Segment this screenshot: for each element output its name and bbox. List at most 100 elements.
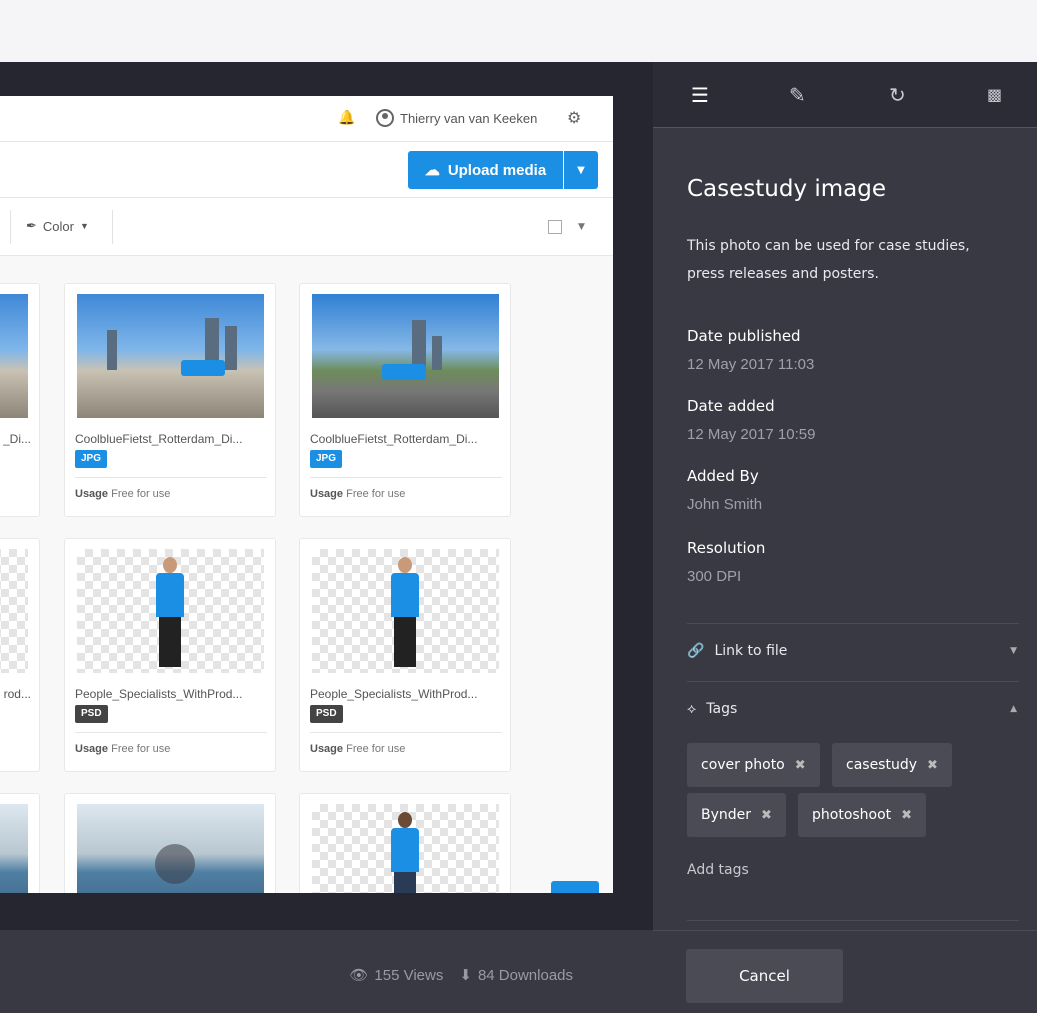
usage-info: Usage Free for use — [310, 488, 405, 500]
tag-chip: cover photo ✖ — [687, 743, 820, 787]
filter-toolbar: ✒ Color ▼ ▼ — [0, 198, 613, 256]
asset-card[interactable]: CoolblueFietst_Rotterdam_Di... JPG Usage… — [64, 283, 276, 517]
person-figure — [388, 812, 422, 893]
asset-thumbnail — [77, 804, 264, 893]
tag-label: photoshoot — [812, 807, 892, 823]
chevron-down-icon: ▼ — [1010, 646, 1017, 656]
add-tags-input[interactable]: Add tags — [687, 862, 749, 878]
asset-card-partial[interactable] — [0, 793, 40, 893]
asset-card[interactable] — [299, 793, 511, 893]
upload-media-button[interactable]: ☁ Upload media — [408, 151, 563, 189]
tag-chip: casestudy ✖ — [832, 743, 952, 787]
file-type-badge: PSD — [310, 705, 343, 723]
asset-card[interactable]: CoolblueFietst_Rotterdam_Di... JPG Usage… — [299, 283, 511, 517]
building-shape — [225, 326, 237, 370]
chevron-up-icon: ▲ — [1010, 704, 1017, 714]
asset-card[interactable] — [64, 793, 276, 893]
downloads-stat: ⬇ 84 Downloads — [459, 966, 573, 985]
tag-chip: photoshoot ✖ — [798, 793, 927, 837]
asset-thumbnail — [312, 804, 499, 893]
chevron-down-icon[interactable]: ▼ — [578, 222, 585, 232]
asset-thumbnail — [77, 549, 264, 673]
views-stat: 👁 155 Views — [349, 966, 444, 985]
meta-value: John Smith — [687, 496, 763, 513]
analytics-icon[interactable]: ▩ — [987, 84, 1002, 106]
user-menu[interactable]: Thierry van van Keeken — [376, 108, 537, 128]
tag-label: casestudy — [846, 757, 918, 773]
meta-label: Date published — [687, 327, 801, 345]
asset-card-partial[interactable]: rod... — [0, 538, 40, 772]
asset-details-panel: ☰ ✎ ↻ ▩ Casestudy image This photo can b… — [653, 62, 1037, 1013]
remove-tag-icon[interactable]: ✖ — [761, 808, 772, 823]
card-divider — [310, 477, 502, 478]
details-tab-icon[interactable]: ☰ — [691, 84, 709, 106]
tags-section[interactable]: ⟡ Tags ▲ — [687, 681, 1019, 739]
asset-card[interactable]: People_Specialists_WithProd... PSD Usage… — [64, 538, 276, 772]
select-all-checkbox[interactable] — [548, 220, 562, 234]
gear-icon[interactable]: ⚙ — [567, 108, 581, 127]
color-filter[interactable]: ✒ Color ▼ — [26, 218, 89, 234]
card-divider — [75, 732, 267, 733]
top-bar — [0, 0, 1037, 62]
asset-title: Casestudy image — [687, 176, 887, 202]
upload-dropdown-button[interactable]: ▼ — [564, 151, 598, 189]
card-divider — [310, 732, 502, 733]
asset-card-partial[interactable]: _Di... — [0, 283, 40, 517]
asset-name: People_Specialists_WithProd... — [75, 687, 243, 701]
toolbar-divider — [10, 210, 11, 244]
tag-icon: ⟡ — [687, 701, 697, 717]
asset-thumbnail — [77, 294, 264, 418]
asset-grid: _Di... rod... CoolblueFietst_Rotterdam_D… — [0, 256, 613, 893]
bell-icon[interactable]: 🔔 — [338, 110, 355, 126]
card-divider — [75, 477, 267, 478]
meta-value: 12 May 2017 11:03 — [687, 356, 815, 373]
download-icon: ⬇ — [459, 967, 472, 984]
toolbar-divider — [112, 210, 113, 244]
play-icon[interactable] — [155, 844, 195, 884]
asset-name: People_Specialists_WithProd... — [310, 687, 478, 701]
asset-name: CoolblueFietst_Rotterdam_Di... — [310, 432, 478, 446]
meta-value: 300 DPI — [687, 568, 742, 585]
remove-tag-icon[interactable]: ✖ — [795, 758, 806, 773]
views-count: 155 Views — [374, 966, 444, 984]
eyedropper-icon: ✒ — [26, 218, 37, 233]
person-figure — [388, 557, 422, 669]
asset-thumbnail — [0, 294, 28, 418]
usage-value: Free for use — [111, 488, 171, 500]
tag-label: cover photo — [701, 757, 785, 773]
cargo-bike-shape — [382, 364, 426, 380]
file-type-badge: PSD — [75, 705, 108, 723]
cancel-button[interactable]: Cancel — [686, 949, 843, 1003]
remove-tag-icon[interactable]: ✖ — [901, 808, 912, 823]
usage-value: Free for use — [346, 488, 406, 500]
asset-card[interactable]: People_Specialists_WithProd... PSD Usage… — [299, 538, 511, 772]
refresh-icon[interactable]: ↻ — [889, 84, 906, 106]
asset-name: CoolblueFietst_Rotterdam_Di... — [75, 432, 243, 446]
upload-label: Upload media — [447, 161, 547, 179]
chevron-down-icon: ▼ — [79, 221, 89, 231]
panel-footer: Cancel — [653, 930, 1037, 1013]
meta-label: Resolution — [687, 539, 766, 557]
file-type-badge: JPG — [75, 450, 108, 468]
panel-tabs: ☰ ✎ ↻ ▩ — [653, 62, 1037, 128]
usage-info: Usage Free for use — [75, 488, 170, 500]
tag-chip: Bynder ✖ — [687, 793, 786, 837]
asset-description: This photo can be used for case studies,… — [687, 238, 970, 282]
viewer-footer: 👁 155 Views ⬇ 84 Downloads — [0, 930, 653, 1013]
link-to-file-section[interactable]: 🔗 Link to file ▼ — [687, 623, 1019, 681]
asset-name: _Di... — [2, 432, 31, 446]
link-icon: 🔗 — [687, 643, 705, 659]
usage-info: Usage Free for use — [310, 743, 405, 755]
pencil-icon[interactable]: ✎ — [789, 84, 806, 106]
scroll-top-button[interactable] — [551, 881, 599, 893]
file-type-badge: JPG — [310, 450, 343, 468]
meta-value: 12 May 2017 10:59 — [687, 426, 816, 443]
usage-value: Free for use — [346, 743, 406, 755]
panel-divider — [687, 920, 1019, 921]
cloud-upload-icon: ☁ — [424, 162, 440, 179]
remove-tag-icon[interactable]: ✖ — [927, 758, 938, 773]
person-figure — [153, 557, 187, 669]
user-name: Thierry van van Keeken — [400, 110, 538, 126]
usage-info: Usage Free for use — [75, 743, 170, 755]
usage-label: Usage — [75, 743, 109, 755]
